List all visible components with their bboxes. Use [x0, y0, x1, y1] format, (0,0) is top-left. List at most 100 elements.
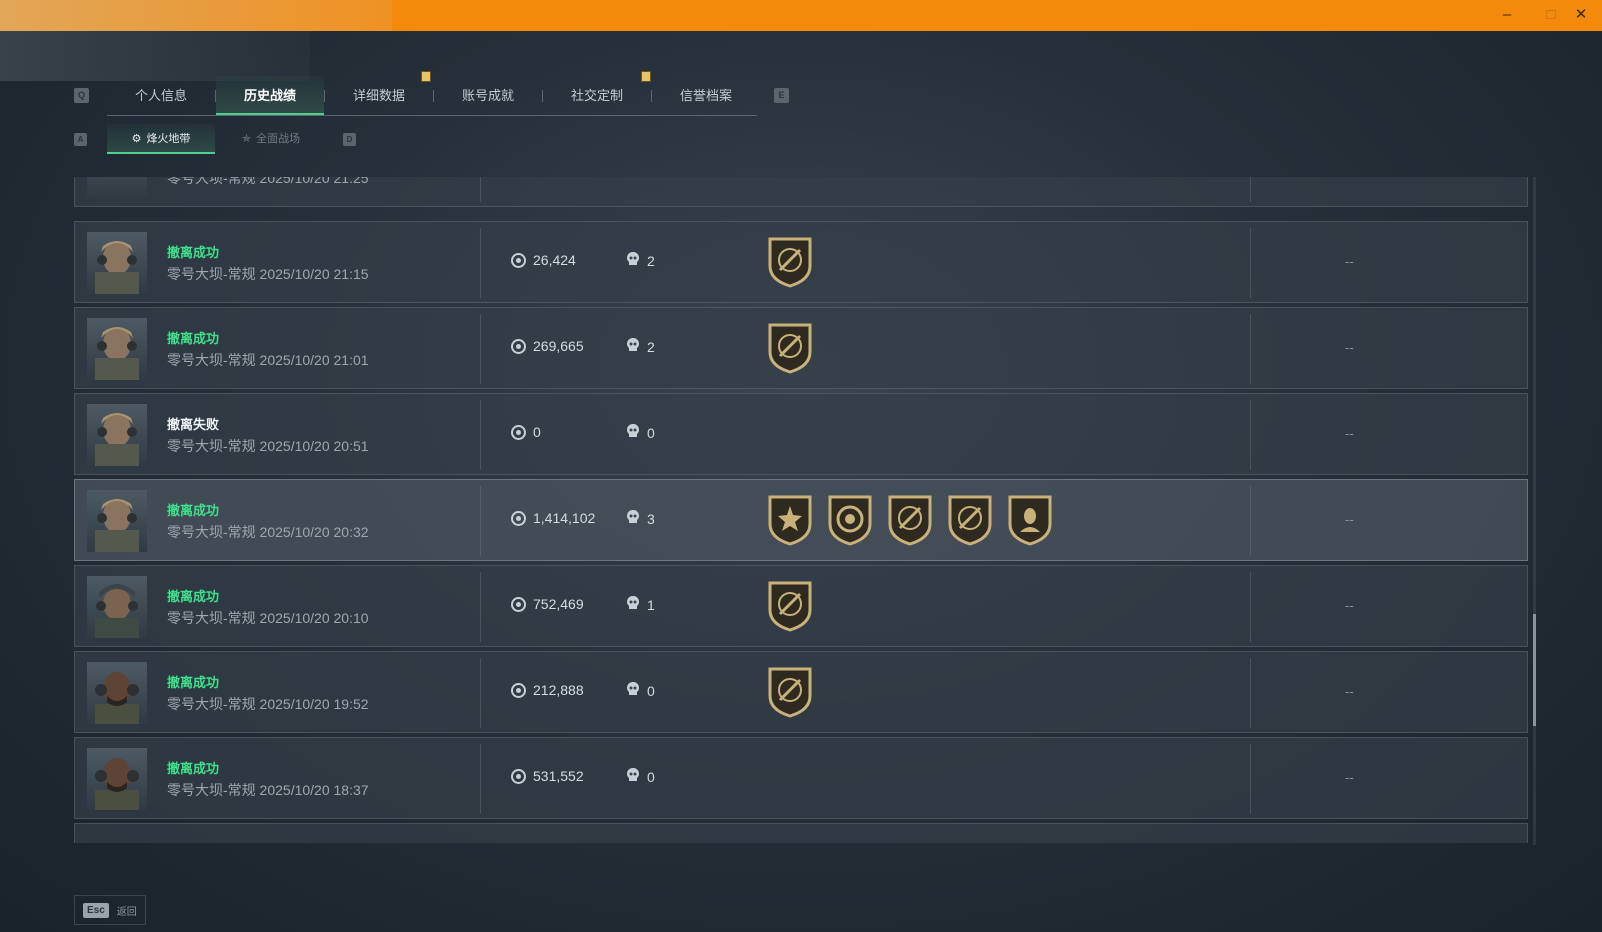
- tab-match-history[interactable]: 历史战绩: [216, 76, 324, 115]
- table-row[interactable]: [74, 823, 1528, 843]
- coin-icon: [511, 252, 526, 268]
- avatar: [87, 232, 147, 294]
- extra-info: --: [1345, 340, 1354, 355]
- table-row[interactable]: 撤离成功 零号大坝-常规 2025/10/20 20:10 752,469 1 …: [74, 565, 1528, 647]
- crosshair-medal-icon[interactable]: [767, 666, 813, 720]
- crosshair-medal-icon[interactable]: [947, 494, 993, 548]
- match-meta: 零号大坝-常规 2025/10/20 20:10: [167, 610, 369, 626]
- coin-icon: [511, 682, 526, 698]
- crosshair-medal-icon[interactable]: [767, 580, 813, 634]
- list-scrollbar[interactable]: [1533, 177, 1536, 845]
- avatar: [87, 318, 147, 380]
- back-button[interactable]: Esc 返回: [74, 895, 146, 925]
- crosshair-medal-icon[interactable]: [767, 322, 813, 376]
- maximize-button[interactable]: □: [1538, 4, 1564, 26]
- kill-count: 3: [627, 510, 655, 527]
- player-header-blurred: [0, 31, 310, 81]
- subtab-full-battlefield[interactable]: ✯ 全面战场: [217, 124, 325, 154]
- skull-icon: [627, 424, 639, 441]
- column-divider: [1250, 228, 1251, 298]
- subtab-prev-key-hint[interactable]: A: [74, 133, 87, 146]
- crosshair-medal-icon[interactable]: [887, 494, 933, 548]
- column-divider: [480, 228, 481, 298]
- avatar: [87, 177, 147, 198]
- match-meta: 零号大坝-常规 2025/10/20 19:52: [167, 696, 369, 712]
- kill-count: 2: [627, 252, 655, 269]
- extra-info: --: [1345, 254, 1354, 269]
- medal-list: [767, 666, 813, 720]
- column-divider: [1250, 744, 1251, 814]
- match-history-list[interactable]: 零号大坝-常规 2025/10/20 21:25 撤离成功 零号大坝-常规 20…: [74, 177, 1528, 843]
- app-title-blurred: [0, 0, 392, 31]
- match-meta: 零号大坝-常规 2025/10/20 21:25: [167, 177, 369, 186]
- notification-marker: [641, 71, 651, 82]
- match-meta: 零号大坝-常规 2025/10/20 21:01: [167, 352, 369, 368]
- skull-icon: [627, 510, 639, 527]
- medal-list: [767, 580, 813, 634]
- close-button[interactable]: ✕: [1568, 4, 1594, 26]
- extra-info: --: [1345, 426, 1354, 441]
- column-divider: [480, 314, 481, 384]
- minimize-button[interactable]: –: [1494, 4, 1520, 26]
- table-row[interactable]: 撤离成功 零号大坝-常规 2025/10/20 19:52 212,888 0 …: [74, 651, 1528, 733]
- table-row[interactable]: 撤离成功 零号大坝-常规 2025/10/20 21:01 269,665 2 …: [74, 307, 1528, 389]
- loot-value: 26,424: [511, 252, 576, 268]
- tab-next-key-hint[interactable]: E: [774, 88, 789, 103]
- column-divider: [1250, 658, 1251, 728]
- column-divider: [480, 400, 481, 470]
- table-row[interactable]: 撤离成功 零号大坝-常规 2025/10/20 21:15 26,424 2 -…: [74, 221, 1528, 303]
- skull-icon: [627, 596, 639, 613]
- coin-icon: [511, 768, 526, 784]
- loot-value: 0: [511, 424, 541, 440]
- table-row[interactable]: 撤离成功 零号大坝-常规 2025/10/20 20:32 1,414,102 …: [74, 479, 1528, 561]
- skull-icon: [627, 252, 639, 269]
- table-row[interactable]: 撤离失败 零号大坝-常规 2025/10/20 20:51 0 0 --: [74, 393, 1528, 475]
- mode-icon: ⚙: [131, 133, 142, 145]
- operator-medal-icon[interactable]: [1007, 494, 1053, 548]
- avatar: [87, 748, 147, 810]
- loot-value: 752,469: [511, 596, 584, 612]
- column-divider: [480, 744, 481, 814]
- column-divider: [1250, 314, 1251, 384]
- subtab-label: 全面战场: [256, 133, 301, 145]
- column-divider: [480, 658, 481, 728]
- column-divider: [1250, 486, 1251, 556]
- kill-count: 0: [627, 768, 655, 785]
- coin-icon: [511, 596, 526, 612]
- table-row[interactable]: 撤离成功 零号大坝-常规 2025/10/20 18:37 531,552 0 …: [74, 737, 1528, 819]
- subtab-next-key-hint[interactable]: D: [343, 133, 356, 146]
- main-tabs: 个人信息 历史战绩 详细数据 账号成就 社交定制 信誉档案: [107, 71, 760, 116]
- tab-achievements[interactable]: 账号成就: [434, 76, 542, 115]
- esc-key-hint: Esc: [83, 902, 109, 918]
- extraction-status: 撤离成功: [167, 761, 220, 776]
- coin-icon: [511, 424, 526, 440]
- starburst-medal-icon[interactable]: [767, 494, 813, 548]
- tab-social[interactable]: 社交定制: [543, 76, 651, 115]
- column-divider: [480, 572, 481, 642]
- crosshair-medal-icon[interactable]: [767, 236, 813, 290]
- tab-prev-key-hint[interactable]: Q: [74, 88, 89, 103]
- tab-detailed-data[interactable]: 详细数据: [325, 76, 433, 115]
- column-divider: [1250, 400, 1251, 470]
- medal-list: [767, 494, 1053, 548]
- notification-marker: [421, 71, 431, 82]
- shield-medal-icon[interactable]: [827, 494, 873, 548]
- avatar: [87, 662, 147, 724]
- skull-icon: [627, 768, 639, 785]
- loot-value: 269,665: [511, 338, 584, 354]
- medal-list: [767, 236, 813, 290]
- back-label: 返回: [116, 906, 137, 918]
- kill-count: 0: [627, 424, 655, 441]
- subtab-label: 烽火地带: [146, 133, 191, 145]
- loot-value: 531,552: [511, 768, 584, 784]
- table-row[interactable]: 零号大坝-常规 2025/10/20 21:25: [74, 177, 1528, 207]
- tab-reputation[interactable]: 信誉档案: [652, 76, 760, 115]
- avatar: [87, 404, 147, 466]
- scrollbar-thumb[interactable]: [1533, 614, 1536, 726]
- tab-profile[interactable]: 个人信息: [107, 76, 215, 115]
- column-divider: [1250, 177, 1251, 202]
- kill-count: 2: [627, 338, 655, 355]
- window-titlebar: – □ ✕: [0, 0, 1602, 31]
- extraction-status: 撤离成功: [167, 589, 220, 604]
- subtab-hazard-zone[interactable]: ⚙ 烽火地带: [107, 124, 215, 154]
